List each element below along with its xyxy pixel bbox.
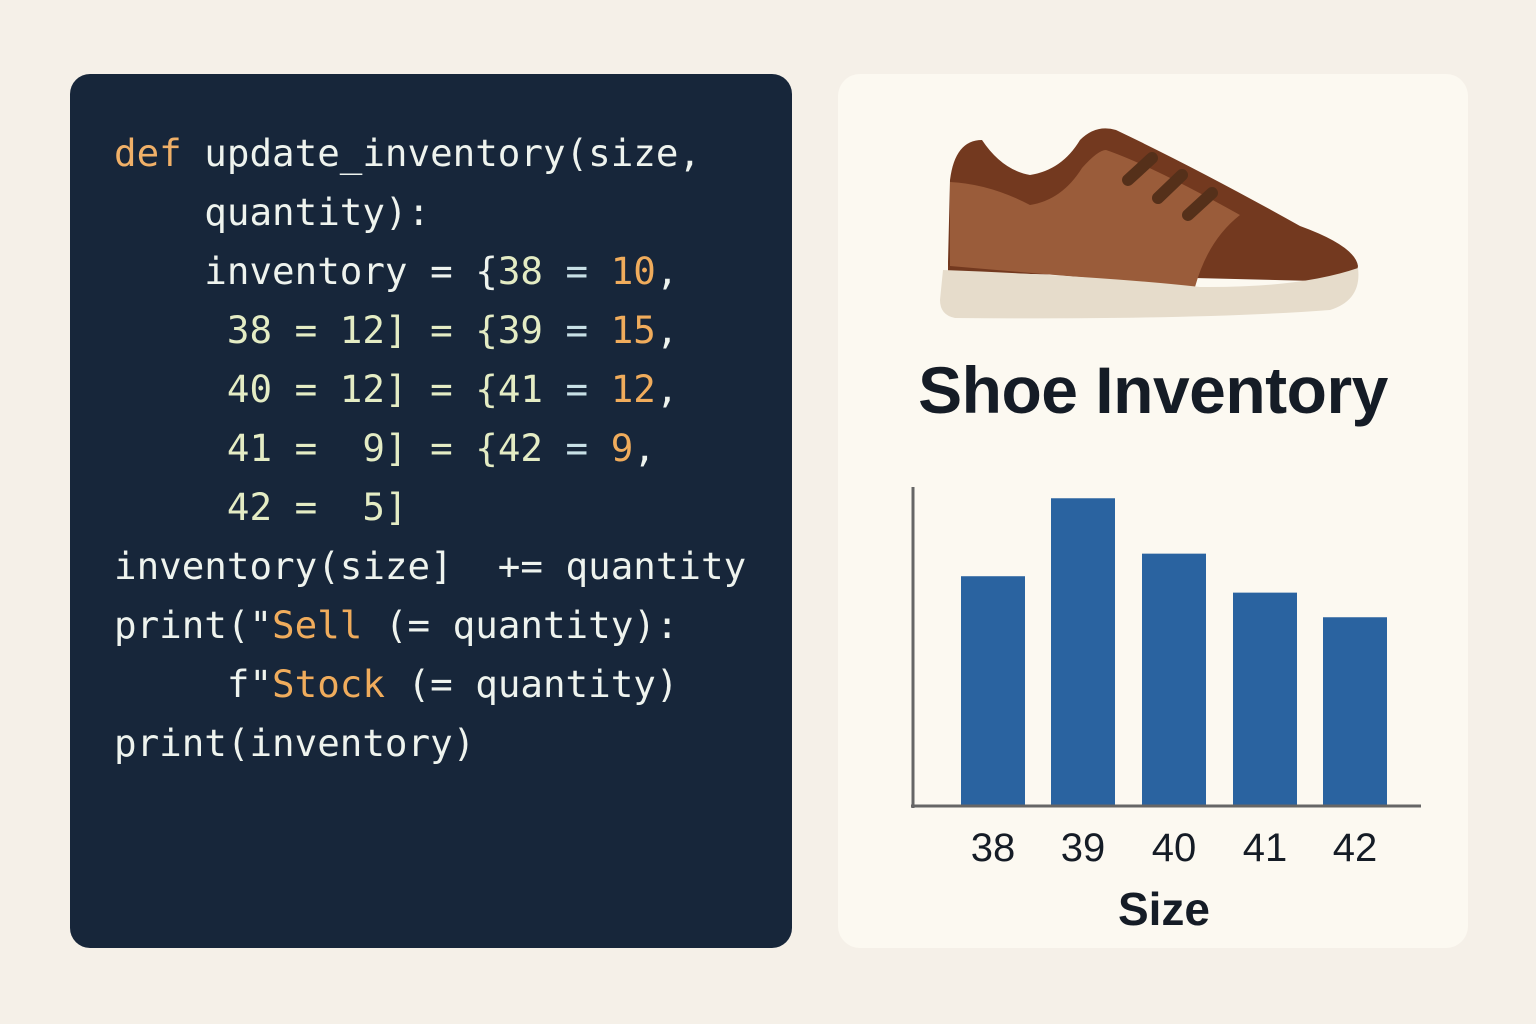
shoe-icon <box>940 128 1359 319</box>
chart-title: Shoe Inventory <box>918 353 1388 427</box>
bar-size-41 <box>1233 592 1297 806</box>
x-tick-label: 42 <box>1332 826 1378 870</box>
x-tick-label: 38 <box>970 826 1016 870</box>
bar-size-39 <box>1051 498 1115 806</box>
bar-series <box>961 498 1387 806</box>
bar-size-42 <box>1323 617 1387 806</box>
bar-size-40 <box>1142 553 1206 806</box>
bar-size-38 <box>961 576 1025 806</box>
x-tick-label: 41 <box>1242 826 1288 870</box>
x-axis-label: Size <box>1117 883 1211 935</box>
x-tick-label: 39 <box>1060 826 1106 870</box>
x-tick-label: 40 <box>1151 826 1197 870</box>
